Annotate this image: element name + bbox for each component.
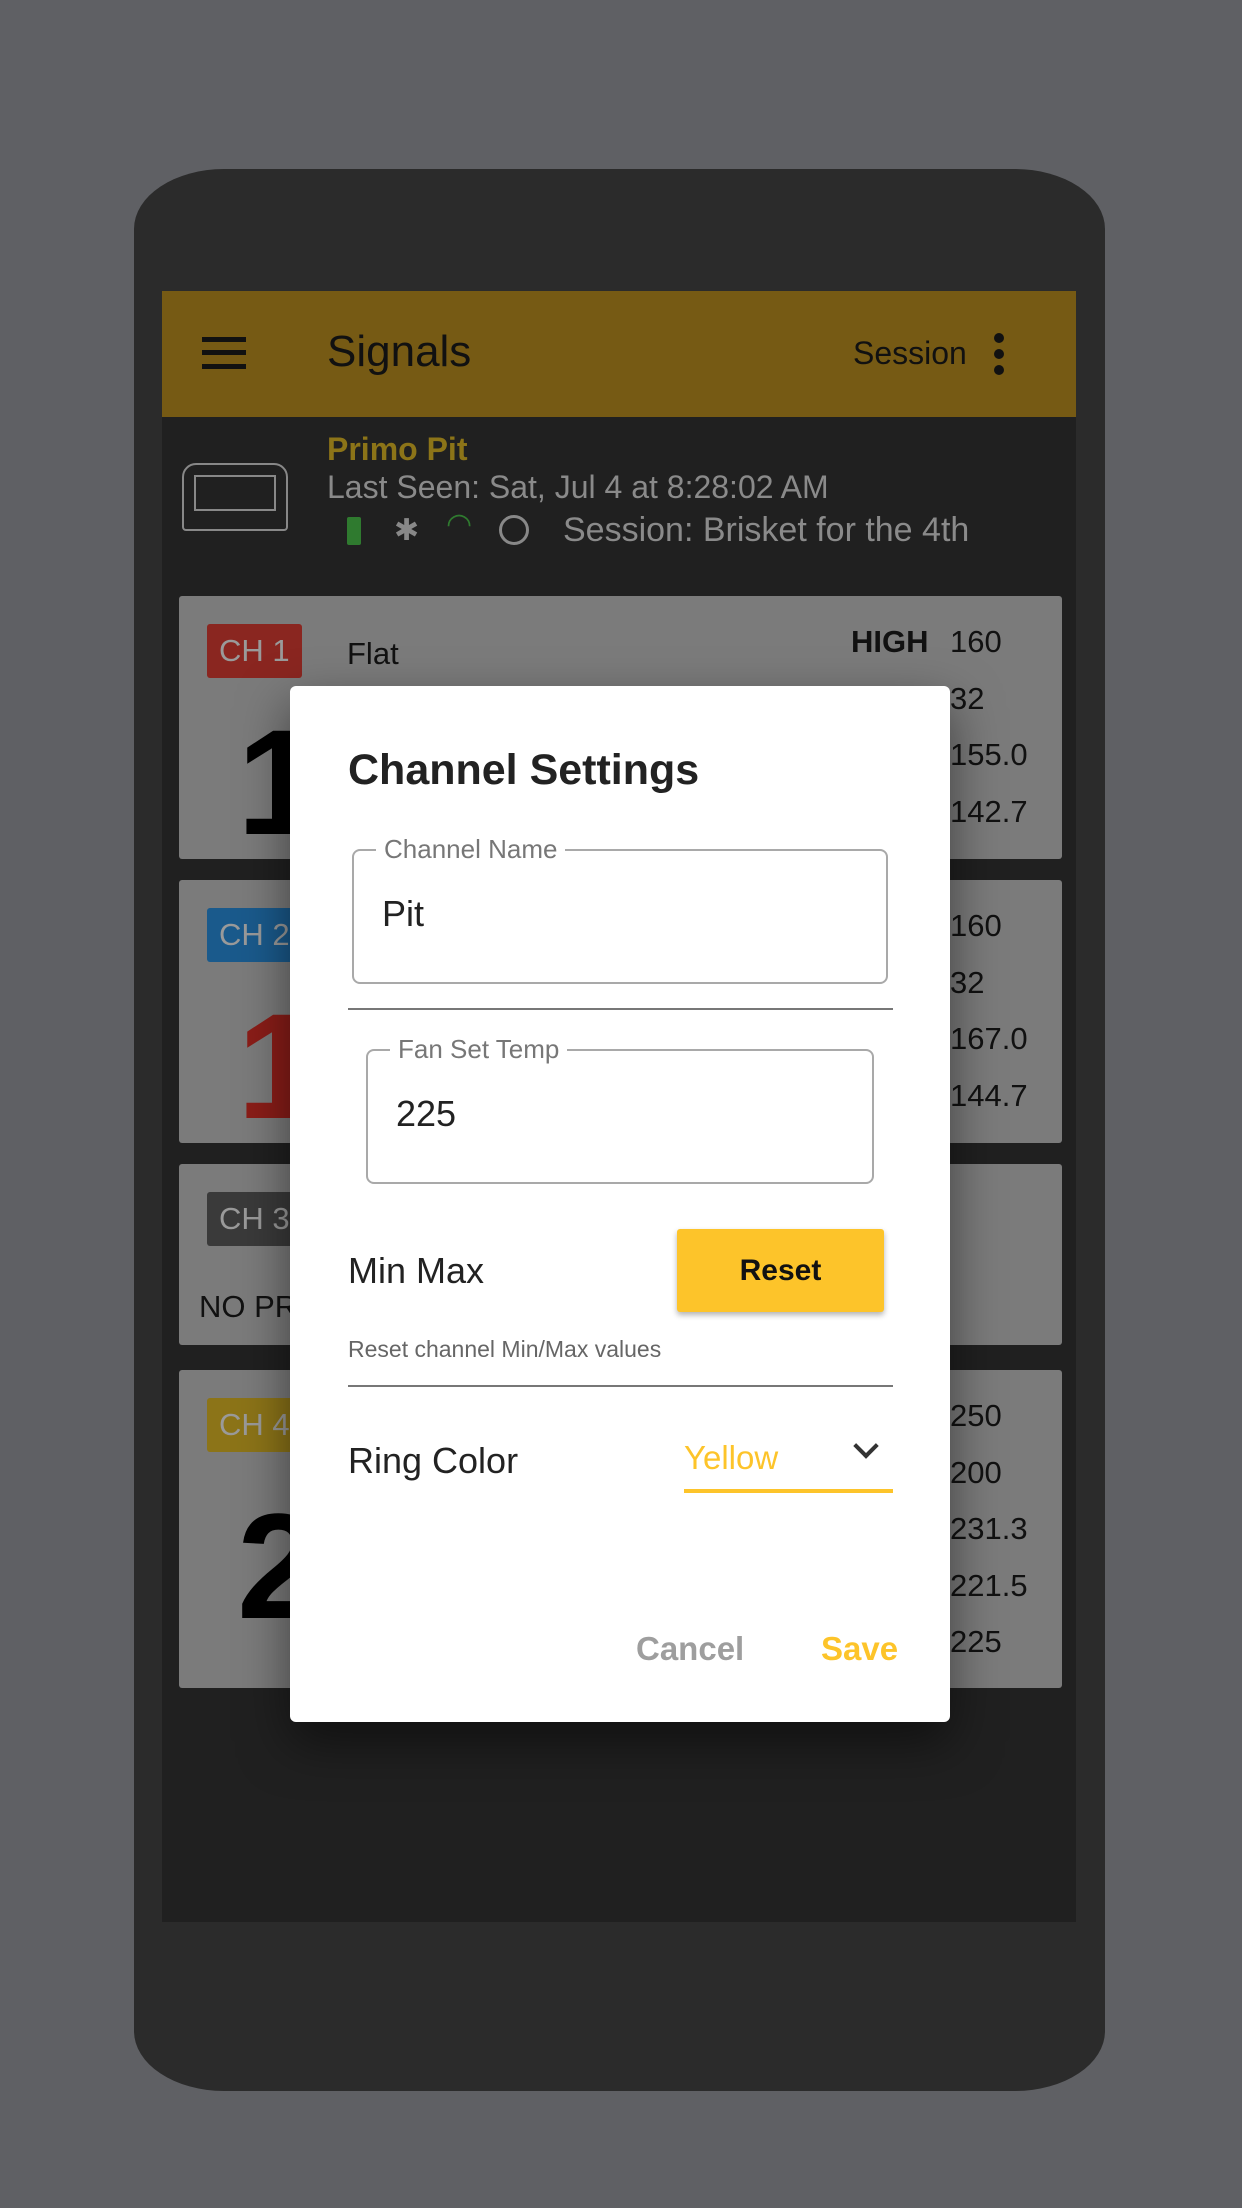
- save-button[interactable]: Save: [821, 1630, 898, 1668]
- divider: [348, 1385, 893, 1387]
- app-title: Signals: [327, 327, 472, 376]
- no-probe-status: NO PR: [199, 1289, 298, 1324]
- channel-name-label: Channel Name: [376, 834, 566, 865]
- value: 144.7: [950, 1078, 1028, 1113]
- fan-set-temp-label: Fan Set Temp: [390, 1034, 568, 1065]
- divider: [348, 1008, 893, 1010]
- reset-helper-text: Reset channel Min/Max values: [348, 1336, 662, 1362]
- value: 32: [950, 965, 985, 1000]
- session-button[interactable]: Session: [853, 335, 967, 372]
- fan-icon: [499, 515, 529, 545]
- value: 142.7: [950, 794, 1028, 829]
- value: 155.0: [950, 737, 1028, 772]
- channel-settings-dialog: Channel Settings Channel Name Pit Fan Se…: [290, 686, 950, 1722]
- ring-color-select[interactable]: Yellow: [684, 1431, 893, 1493]
- value: 160: [950, 624, 1002, 659]
- fan-set-temp-value: 225: [396, 1093, 457, 1134]
- value: 225: [950, 1624, 1002, 1659]
- hamburger-icon[interactable]: [202, 337, 246, 369]
- channel-badge: CH 4: [207, 1398, 302, 1452]
- high-label: HIGH: [851, 624, 929, 659]
- channel-badge: CH 3: [207, 1192, 302, 1246]
- channel-badge: CH 2: [207, 908, 302, 962]
- value: 231.3: [950, 1511, 1028, 1546]
- value: 250: [950, 1398, 1002, 1433]
- value: 160: [950, 908, 1002, 943]
- ring-color-value: Yellow: [684, 1439, 779, 1476]
- cancel-button[interactable]: Cancel: [636, 1630, 744, 1668]
- device-icon: [182, 463, 288, 531]
- fan-set-temp-input[interactable]: Fan Set Temp 225: [366, 1034, 874, 1184]
- bluetooth-icon: ✱: [394, 514, 420, 547]
- channel-name-input[interactable]: Channel Name Pit: [352, 834, 888, 984]
- min-max-label: Min Max: [348, 1250, 485, 1291]
- reset-label: Reset: [739, 1254, 822, 1287]
- wifi-icon: ◠: [446, 508, 473, 541]
- battery-icon: [347, 517, 361, 545]
- chevron-down-icon: [853, 1433, 879, 1459]
- ring-color-label: Ring Color: [348, 1440, 519, 1481]
- dialog-title: Channel Settings: [348, 746, 700, 794]
- channel-name: Flat: [347, 636, 399, 671]
- value: 32: [950, 681, 985, 716]
- app-bar: Signals Session: [162, 291, 1076, 417]
- value: 167.0: [950, 1021, 1028, 1056]
- value: 200: [950, 1455, 1002, 1490]
- reset-button[interactable]: Reset: [677, 1229, 884, 1312]
- channel-badge: CH 1: [207, 624, 302, 678]
- channel-name-value: Pit: [382, 893, 425, 934]
- device-name: Primo Pit: [327, 431, 468, 467]
- value: 221.5: [950, 1568, 1028, 1603]
- session-name: Session: Brisket for the 4th: [563, 511, 970, 549]
- last-seen: Last Seen: Sat, Jul 4 at 8:28:02 AM: [327, 469, 829, 505]
- more-vert-icon[interactable]: [994, 333, 1004, 375]
